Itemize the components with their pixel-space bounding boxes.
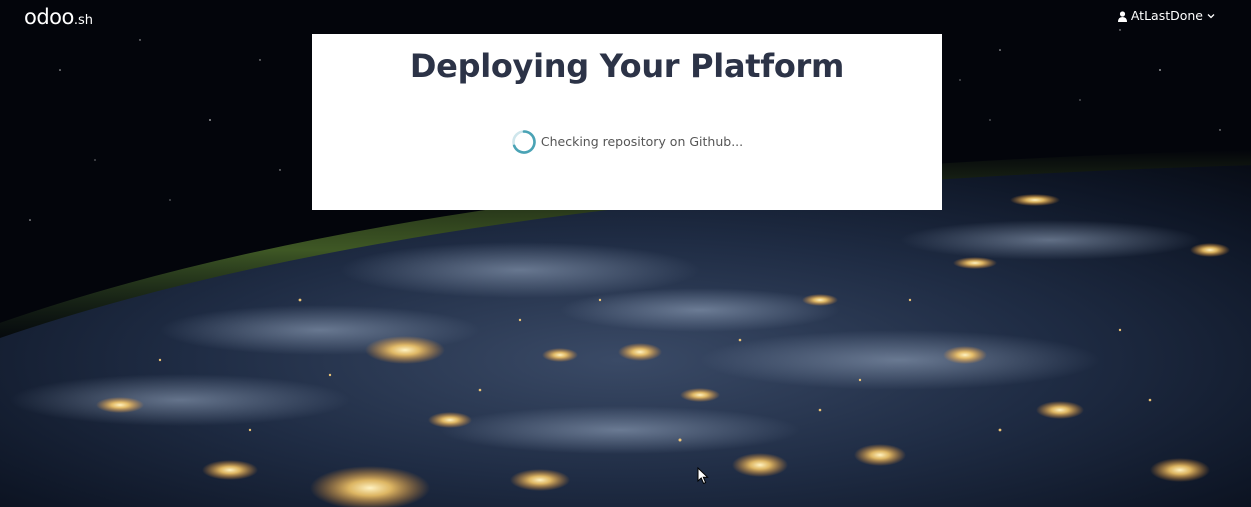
status-message: Checking repository on Github... [540,134,744,149]
deploy-status-row: Checking repository on Github... [312,129,942,155]
chevron-down-icon [1207,14,1215,19]
top-navbar: odoo.sh AtLastDone [0,0,1251,34]
odoo-sh-logo[interactable]: odoo.sh [24,5,93,33]
loading-spinner-icon [512,130,536,154]
user-menu-dropdown[interactable]: AtLastDone [1117,8,1215,24]
user-icon [1117,10,1127,22]
logo-suffix-text: .sh [73,13,94,28]
page-title: Deploying Your Platform [409,47,845,85]
user-name: AtLastDone [1130,8,1203,23]
mouse-cursor-icon [697,467,709,485]
deploy-status-panel: Deploying Your Platform Checking reposit… [312,34,942,210]
logo-main-text: odoo [24,5,74,29]
